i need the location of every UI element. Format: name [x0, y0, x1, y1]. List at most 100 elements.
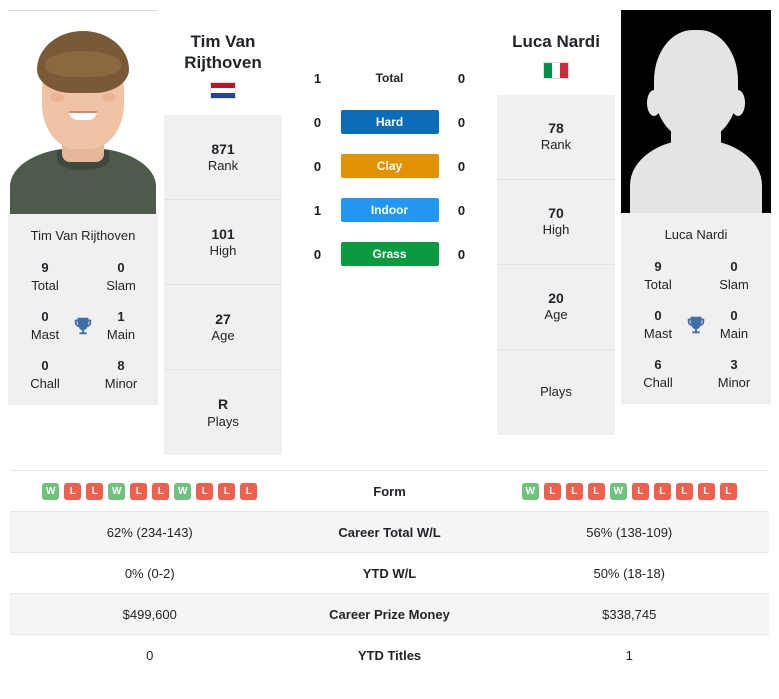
left-stat-slam-value: 0 [117, 260, 125, 276]
left-profile-box: 871 Rank 101 High 27 Age R Plays [164, 115, 282, 456]
right-stat-minor-label: Minor [717, 374, 751, 390]
right-player-card-body: Luca Nardi 9 Total 0 Slam 0 Mast 0 Main … [621, 213, 771, 404]
left-form-badge[interactable]: W [42, 482, 60, 500]
left-form-badge[interactable]: L [218, 482, 236, 500]
avatar-placeholder-icon [621, 10, 771, 213]
right-stat-slam: 0 Slam [711, 258, 757, 293]
h2h-total-right-score: 0 [457, 70, 466, 86]
right-form-badge[interactable]: W [609, 482, 627, 500]
h2h-total-label: Total [375, 71, 404, 85]
right-profile-box: 78 Rank 70 High 20 Age Plays [497, 94, 615, 435]
left-form-badge[interactable]: W [108, 482, 126, 500]
right-form-badge[interactable]: L [543, 482, 561, 500]
right-player-name-block[interactable]: Luca Nardi [497, 10, 615, 79]
h2h-row-total: 1 Total 0 [288, 64, 491, 92]
surface-pill-grass[interactable]: Grass [340, 242, 439, 266]
left-stat-mast: 0 Mast [22, 308, 68, 343]
surface-pill-indoor[interactable]: Indoor [340, 198, 439, 222]
left-player-name-block[interactable]: Tim Van Rijthoven [164, 10, 282, 100]
h2h-grass-left-score: 0 [313, 246, 322, 262]
right-stat-minor-value: 3 [730, 357, 738, 373]
right-stat-total: 9 Total [635, 258, 681, 293]
left-form-badge[interactable]: L [130, 482, 148, 500]
left-player-card[interactable]: Tim Van Rijthoven 9 Total 0 Slam 0 Mast [8, 10, 158, 405]
right-form-badge[interactable]: L [631, 482, 649, 500]
ytd-titles-right: 1 [625, 647, 633, 663]
left-form-badge[interactable]: L [152, 482, 170, 500]
right-stat-main-label: Main [719, 325, 749, 341]
italy-flag-icon [543, 61, 569, 79]
right-titles-row-2: 0 Mast 0 Main [621, 307, 771, 343]
h2h-hard-left-score: 0 [313, 114, 322, 130]
career-prize-money-left: $499,600 [122, 606, 177, 622]
row-label-career-prize-money: Career Prize Money [329, 606, 450, 622]
right-player-profile-stack: Luca Nardi 78 Rank 70 High 20 Age Plays [497, 10, 615, 435]
right-stat-chall-value: 6 [654, 357, 662, 373]
right-player-card[interactable]: Luca Nardi 9 Total 0 Slam 0 Mast 0 Main … [621, 10, 771, 404]
right-form-badge[interactable]: L [587, 482, 605, 500]
left-form-badge[interactable]: L [64, 482, 82, 500]
left-form-badge[interactable]: L [196, 482, 214, 500]
right-form-badge[interactable]: L [675, 482, 693, 500]
right-profile-plays: Plays [497, 350, 615, 435]
h2h-clay-right-score: 0 [457, 158, 466, 174]
right-profile-high-value: 70 [548, 205, 564, 222]
right-stat-mast-label: Mast [643, 325, 673, 341]
left-titles-row-3: 0 Chall 8 Minor [8, 357, 158, 393]
left-stat-minor-label: Minor [104, 375, 138, 391]
right-form-badge[interactable]: L [565, 482, 583, 500]
table-row-career-prize-money: $499,600 Career Prize Money $338,745 [10, 593, 769, 634]
right-stat-main-value: 0 [730, 308, 738, 324]
right-profile-plays-label: Plays [540, 383, 572, 399]
right-stat-chall-label: Chall [643, 374, 673, 390]
ytd-wl-right: 50% (18-18) [593, 565, 666, 581]
ytd-titles-left: 0 [146, 647, 154, 663]
left-profile-rank: 871 Rank [164, 115, 282, 201]
right-stat-slam-label: Slam [719, 276, 749, 292]
right-form-badge[interactable]: L [719, 482, 737, 500]
left-form-badge[interactable]: L [86, 482, 104, 500]
surface-pill-hard[interactable]: Hard [340, 110, 439, 134]
left-player-name-line2: Rijthoven [184, 52, 262, 72]
h2h-hard-right-score: 0 [457, 114, 466, 130]
left-player-name-line1: Tim Van [190, 32, 256, 51]
comparison-stats-table: WLLWLLWLLL Form WLLLWLLLLL 62% (234-143)… [0, 470, 779, 675]
right-stat-mast-value: 0 [654, 308, 662, 324]
right-form-badge[interactable]: L [697, 482, 715, 500]
right-form-strip: WLLLWLLLLL [492, 482, 768, 500]
left-titles-row-2: 0 Mast 1 Main [8, 308, 158, 344]
left-player-profile-stack: Tim Van Rijthoven 871 Rank 101 High 27 A… [164, 10, 282, 456]
left-profile-rank-label: Rank [207, 158, 239, 174]
head-to-head-top-section: Tim Van Rijthoven 9 Total 0 Slam 0 Mast [0, 0, 779, 470]
right-form-badge[interactable]: L [653, 482, 671, 500]
right-stat-mast: 0 Mast [635, 307, 681, 342]
right-stat-total-value: 9 [654, 259, 662, 275]
left-form-badge[interactable]: L [240, 482, 258, 500]
left-profile-high-value: 101 [211, 225, 235, 242]
right-profile-age-label: Age [544, 307, 568, 323]
right-player-photo [621, 10, 771, 213]
left-profile-age: 27 Age [164, 285, 282, 371]
career-total-wl-right: 56% (138-109) [586, 524, 673, 540]
left-stat-mast-label: Mast [30, 326, 60, 342]
left-stat-total: 9 Total [22, 259, 68, 294]
right-stat-slam-value: 0 [730, 259, 738, 275]
row-label-career-total-wl: Career Total W/L [338, 524, 441, 540]
right-form-badge[interactable]: W [521, 482, 539, 500]
row-label-form: Form [373, 483, 406, 499]
surface-pill-clay[interactable]: Clay [340, 154, 439, 178]
left-form-strip: WLLWLLWLLL [12, 482, 288, 500]
trophy-icon [72, 315, 94, 337]
left-profile-high-label: High [209, 243, 237, 259]
right-stat-minor: 3 Minor [711, 356, 757, 391]
left-profile-plays-value: R [217, 396, 229, 413]
table-row-ytd-wl: 0% (0-2) YTD W/L 50% (18-18) [10, 552, 769, 593]
left-stat-total-value: 9 [41, 260, 49, 276]
left-stat-chall-label: Chall [30, 375, 60, 391]
left-stat-slam: 0 Slam [98, 259, 144, 294]
netherlands-flag-icon [210, 82, 236, 100]
left-profile-plays: R Plays [164, 370, 282, 455]
left-stat-mast-value: 0 [41, 309, 49, 325]
left-form-badge[interactable]: W [174, 482, 192, 500]
career-prize-money-right: $338,745 [602, 606, 657, 622]
